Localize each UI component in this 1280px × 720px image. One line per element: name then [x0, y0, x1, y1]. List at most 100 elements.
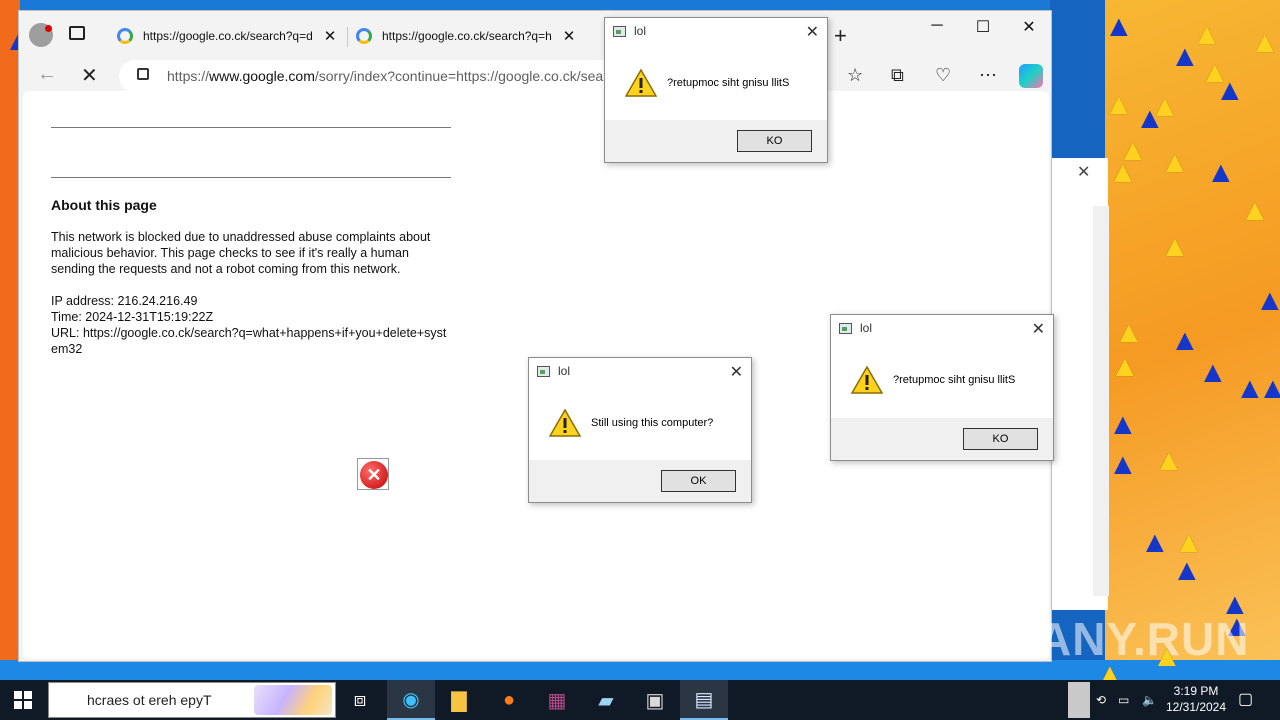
- warning-icon: ▲: [1135, 102, 1165, 135]
- warning-icon: [625, 68, 657, 97]
- copilot-icon[interactable]: [1019, 64, 1043, 88]
- warning-icon: ▲: [1172, 554, 1202, 587]
- address-path: /sorry/index?continue=https://google.co.…: [314, 68, 608, 84]
- timestamp: Time: 2024-12-31T15:19:22Z: [51, 310, 214, 324]
- clock[interactable]: 3:19 PM 12/31/2024: [1160, 683, 1232, 715]
- address-bar[interactable]: https://www.google.com/sorry/index?conti…: [119, 60, 629, 92]
- search-highlight-image: [254, 685, 332, 715]
- close-window-button[interactable]: ✕: [1009, 17, 1049, 37]
- dialog-top: lol ✕ ?retupmoc siht gnisu llitS KO: [604, 17, 828, 163]
- dialog-right: lol ✕ ?retupmoc siht gnisu llitS KO: [830, 314, 1054, 461]
- maximize-button[interactable]: ☐: [963, 17, 1003, 37]
- address-scheme: https://: [167, 68, 210, 84]
- more-menu-icon[interactable]: ⋯: [979, 65, 997, 86]
- warning-icon: ▲: [1250, 26, 1280, 59]
- address-host: www.google.com: [209, 68, 315, 84]
- ip-address: IP address: 216.24.216.49: [51, 294, 198, 308]
- warning-icon: ▲: [1170, 324, 1200, 357]
- warning-icon: ▲: [1140, 526, 1170, 559]
- dialog-message: Still using this computer?: [591, 417, 714, 429]
- dialog-button[interactable]: OK: [661, 470, 736, 492]
- divider: [51, 127, 451, 128]
- collections-icon[interactable]: ⧉: [891, 65, 904, 86]
- notepad-icon[interactable]: ▰: [582, 680, 630, 720]
- page-heading: About this page: [51, 197, 157, 213]
- app-icon: [613, 25, 626, 37]
- warning-icon: ▲: [1104, 88, 1134, 121]
- notification-icon[interactable]: ▢: [1238, 680, 1253, 720]
- warning-icon: ▲: [1160, 146, 1190, 179]
- dialog-button[interactable]: KO: [737, 130, 812, 152]
- network-icon[interactable]: ▭: [1118, 680, 1129, 720]
- dialog-message: ?retupmoc siht gnisu llitS: [667, 77, 790, 89]
- tab-2-label: https://google.co.ck/search?q=h: [382, 29, 552, 43]
- close-tab-icon[interactable]: ✕: [321, 27, 339, 45]
- dialog-title-bar: lol: [613, 24, 646, 38]
- warning-icon: ▲: [1258, 372, 1280, 405]
- divider: [51, 177, 451, 178]
- close-tab-icon[interactable]: ✕: [560, 27, 578, 45]
- winrar-icon[interactable]: ▦: [533, 680, 581, 720]
- new-tab-button[interactable]: +: [834, 23, 847, 49]
- tab-strip: https://google.co.ck/search?q=d ✕ https:…: [19, 11, 1051, 59]
- firefox-icon[interactable]: ●: [485, 680, 533, 720]
- warning-icon: ▲: [1255, 284, 1280, 317]
- dialog-footer: OK: [529, 460, 751, 502]
- volume-icon[interactable]: 🔈: [1142, 680, 1157, 720]
- error-icon: ✕: [357, 458, 389, 490]
- file-explorer-icon[interactable]: ▇: [435, 680, 483, 720]
- dialog-message: ?retupmoc siht gnisu llitS: [893, 374, 1016, 386]
- warning-icon: ▲: [1114, 316, 1144, 349]
- back-icon[interactable]: ←: [37, 63, 57, 86]
- taskbar: hcraes ot ereh epyT ⧈ ◉ ▇ ● ▦ ▰ ▣ ▤ ⟲ ▭ …: [0, 680, 1280, 720]
- sync-icon[interactable]: ⟲: [1096, 680, 1106, 720]
- tab-1[interactable]: https://google.co.ck/search?q=d ✕: [109, 19, 347, 53]
- taskbar-search[interactable]: hcraes ot ereh epyT: [48, 682, 336, 718]
- app-icon: [537, 365, 550, 377]
- task-view-icon[interactable]: ⧈: [336, 680, 384, 720]
- close-icon[interactable]: ✕: [730, 362, 743, 382]
- clock-time: 3:19 PM: [1173, 684, 1219, 698]
- stop-loading-icon[interactable]: ✕: [81, 63, 98, 88]
- tab-actions-icon[interactable]: [69, 26, 85, 40]
- dialog-app-icon[interactable]: ▤: [680, 680, 728, 720]
- tray-overflow[interactable]: [1068, 682, 1090, 718]
- close-icon[interactable]: ✕: [1032, 319, 1045, 339]
- dialog-title-bar: lol: [537, 364, 570, 378]
- dialog-middle: lol ✕ Still using this computer? OK: [528, 357, 752, 503]
- tab-1-label: https://google.co.ck/search?q=d: [143, 29, 313, 43]
- watermark: ANY.RUN: [1038, 613, 1250, 665]
- blocked-url: URL: https://google.co.ck/search?q=what+…: [51, 326, 447, 356]
- background-window: ✕: [1050, 158, 1109, 610]
- lock-icon: [137, 68, 149, 80]
- dialog-title-bar: lol: [839, 321, 872, 335]
- page-paragraph: This network is blocked due to unaddress…: [51, 230, 431, 276]
- tab-2[interactable]: https://google.co.ck/search?q=h ✕: [348, 19, 586, 53]
- notification-dot: [45, 25, 52, 32]
- dialog-title: lol: [558, 364, 571, 378]
- edge-icon[interactable]: ◉: [387, 680, 435, 720]
- close-icon[interactable]: ✕: [1077, 162, 1090, 182]
- google-icon: [356, 28, 372, 44]
- warning-icon: ▲: [1154, 444, 1184, 477]
- browser-essentials-icon[interactable]: ♡: [935, 65, 951, 86]
- start-button[interactable]: [14, 691, 32, 709]
- warning-icon: ▲: [1215, 74, 1245, 107]
- warning-icon: [851, 365, 883, 394]
- warning-icon: ▲: [1240, 194, 1270, 227]
- dialog-title: lol: [860, 321, 873, 335]
- close-icon[interactable]: ✕: [806, 22, 819, 42]
- dialog-button[interactable]: KO: [963, 428, 1038, 450]
- scrollbar[interactable]: [1093, 206, 1109, 596]
- warning-icon: ▲: [1206, 156, 1236, 189]
- warning-icon: [549, 408, 581, 437]
- warning-icon: ▲: [1108, 408, 1138, 441]
- toolbar: ← ✕ https://www.google.com/sorry/index?c…: [19, 59, 1051, 93]
- warning-icon: ▲: [1198, 356, 1228, 389]
- google-icon: [117, 28, 133, 44]
- favorites-icon[interactable]: ☆: [847, 65, 863, 86]
- warning-icon: ▲: [1108, 448, 1138, 481]
- minimize-button[interactable]: ─: [917, 17, 957, 35]
- search-text: hcraes ot ereh epyT: [87, 692, 212, 708]
- app-icon[interactable]: ▣: [631, 680, 679, 720]
